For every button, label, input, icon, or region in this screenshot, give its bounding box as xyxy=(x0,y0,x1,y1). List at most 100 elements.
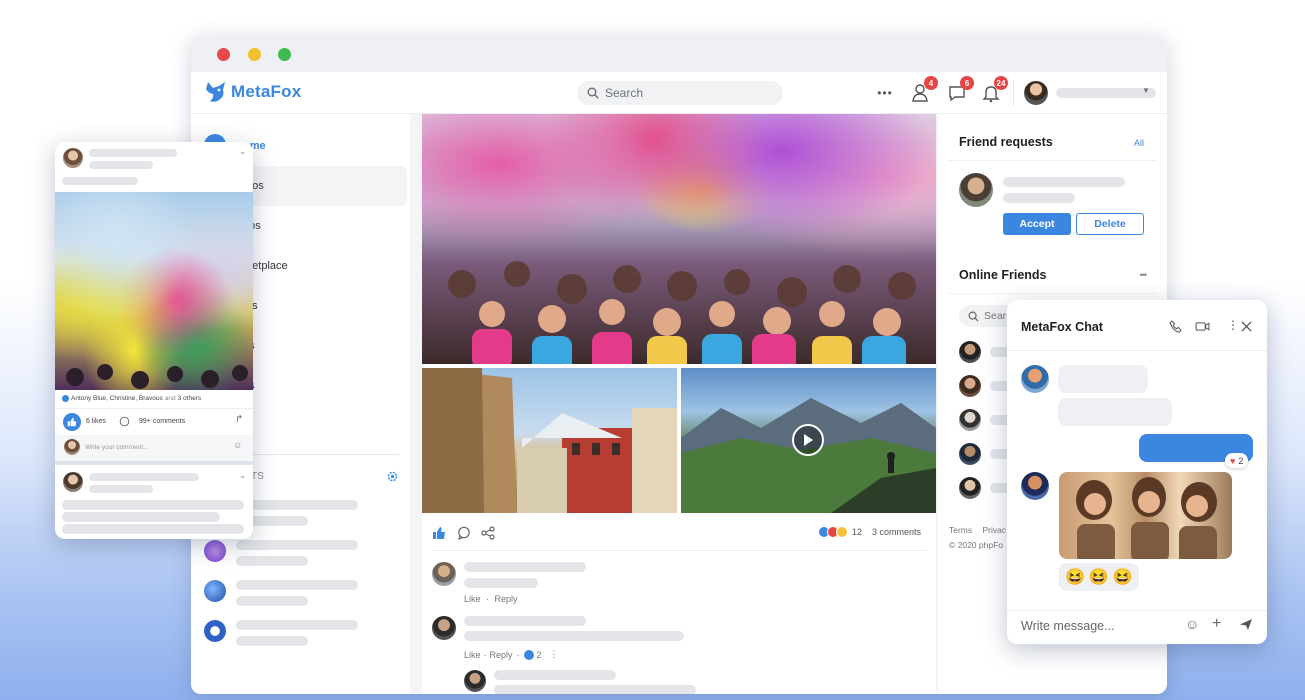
chat-popup: MetaFox Chat ⋮ ♥ 2 😆 😆 😆 Write message..… xyxy=(1007,300,1267,644)
accept-button[interactable]: Accept xyxy=(1003,213,1071,235)
message-input[interactable]: Write message... xyxy=(1021,619,1115,633)
liked-by-summary[interactable]: Antony Blue, Christine, Bravous and 3 ot… xyxy=(62,395,201,402)
post-video[interactable] xyxy=(681,368,936,513)
friends-illustration xyxy=(1076,477,1217,559)
commenter-avatar[interactable] xyxy=(432,616,456,640)
comment-like-count: 2 xyxy=(536,649,542,660)
chat-divider xyxy=(1007,610,1267,611)
chat-contact-avatar[interactable] xyxy=(1021,472,1049,500)
author-name-placeholder xyxy=(89,149,177,157)
search-icon xyxy=(587,87,599,99)
post-text-placeholder xyxy=(62,524,244,534)
post-text-placeholder xyxy=(62,177,138,185)
shortcut-avatar[interactable] xyxy=(204,620,226,642)
shortcut-avatar[interactable] xyxy=(204,580,226,602)
incoming-message-bubble xyxy=(1058,365,1148,393)
comment-icon[interactable] xyxy=(119,416,130,427)
see-all-link[interactable]: All xyxy=(1134,138,1144,148)
post-photo-street[interactable] xyxy=(422,368,677,513)
gear-icon[interactable] xyxy=(386,470,399,483)
message-reaction[interactable]: ♥ 2 xyxy=(1225,453,1249,468)
emoji-icon[interactable]: ☺ xyxy=(233,440,242,450)
brand-logo[interactable]: MetaFox xyxy=(205,80,301,104)
reply-avatar[interactable] xyxy=(464,670,486,692)
shortcut-placeholder xyxy=(236,620,358,630)
post-text-placeholder xyxy=(62,512,220,522)
friends-search-placeholder: Sear xyxy=(984,310,1007,322)
reaction-icons[interactable] xyxy=(818,526,848,538)
comment-text-placeholder xyxy=(464,631,684,641)
liked-by-and: and xyxy=(164,395,176,402)
terms-link[interactable]: Terms xyxy=(949,525,972,535)
comment-input-placeholder[interactable]: Write your comment... xyxy=(85,444,148,451)
search-bar[interactable]: Search xyxy=(577,81,783,105)
post-action-bar: 12 3 comments xyxy=(422,516,936,548)
more-options-icon[interactable]: ⋮ xyxy=(550,649,559,660)
privacy-link[interactable]: Privac xyxy=(983,525,1007,535)
shortcut-placeholder xyxy=(236,556,308,566)
share-icon[interactable] xyxy=(481,526,495,540)
more-options-icon[interactable]: ••• xyxy=(1140,270,1148,280)
separator-dot: · xyxy=(516,649,520,660)
messages-button[interactable]: 6 xyxy=(944,76,974,106)
chat-photo-message[interactable] xyxy=(1059,472,1232,559)
post-separator xyxy=(55,461,253,465)
shortcut-placeholder xyxy=(236,596,308,606)
author-avatar[interactable] xyxy=(63,472,83,492)
card-divider xyxy=(948,293,1156,294)
online-friend-avatar[interactable] xyxy=(959,375,981,397)
chevron-down-icon[interactable]: ⌄ xyxy=(239,471,246,480)
requester-avatar[interactable] xyxy=(959,173,993,207)
author-avatar[interactable] xyxy=(63,148,83,168)
laughing-emoji: 😆 xyxy=(1088,569,1109,586)
reply-link[interactable]: Reply xyxy=(490,650,513,660)
emoji-message: 😆 😆 😆 xyxy=(1059,563,1139,591)
chat-contact-avatar[interactable] xyxy=(1021,365,1049,393)
online-friend-avatar[interactable] xyxy=(959,409,981,431)
feed-post: 12 3 comments Like · Reply Like · Reply … xyxy=(422,114,936,694)
like-button[interactable] xyxy=(63,413,81,431)
mobile-post-photo[interactable] xyxy=(55,192,253,390)
reply-author-placeholder xyxy=(494,670,616,680)
share-icon[interactable]: ↱ xyxy=(235,414,243,425)
play-button[interactable] xyxy=(792,424,824,456)
commenter-avatar[interactable] xyxy=(432,562,456,586)
online-friend-avatar[interactable] xyxy=(959,443,981,465)
minimize-window-button[interactable] xyxy=(248,48,261,61)
plus-icon[interactable]: + xyxy=(1212,615,1221,633)
comments-count[interactable]: 3 comments xyxy=(872,527,921,537)
like-link[interactable]: Like xyxy=(464,594,481,604)
more-options-icon[interactable]: ⋮ xyxy=(1227,318,1239,332)
user-avatar[interactable] xyxy=(1024,81,1048,105)
shortcut-avatar[interactable] xyxy=(204,540,226,562)
online-friends-title: Online Friends xyxy=(959,268,1047,282)
video-call-icon[interactable] xyxy=(1195,321,1210,332)
close-window-button[interactable] xyxy=(217,48,230,61)
separator-dot: · xyxy=(483,649,487,660)
friend-requests-button[interactable]: 4 xyxy=(908,76,938,106)
delete-button[interactable]: Delete xyxy=(1076,213,1144,235)
phone-icon[interactable] xyxy=(1169,320,1182,333)
comments-count[interactable]: 99+ comments xyxy=(139,418,185,425)
close-icon[interactable] xyxy=(1241,321,1252,332)
shortcut-placeholder xyxy=(236,500,358,510)
send-icon[interactable] xyxy=(1239,618,1253,631)
liked-by-names: Antony Blue, Christine, Bravous xyxy=(71,395,163,402)
like-link[interactable]: Like xyxy=(464,650,481,660)
comment-icon[interactable] xyxy=(457,526,471,540)
haha-reaction-icon xyxy=(836,526,848,538)
notifications-button[interactable]: 24 xyxy=(978,76,1008,106)
like-icon[interactable] xyxy=(432,526,446,540)
like-reaction-icon xyxy=(523,649,534,660)
chevron-down-icon[interactable]: ⌄ xyxy=(239,147,246,156)
reply-link[interactable]: Reply xyxy=(495,594,518,604)
post-photo-main[interactable] xyxy=(422,114,936,364)
chevron-down-icon[interactable]: ▼ xyxy=(1142,86,1150,95)
emoji-icon[interactable]: ☺ xyxy=(1185,616,1199,632)
online-friend-avatar[interactable] xyxy=(959,341,981,363)
more-menu-icon[interactable]: ••• xyxy=(872,80,898,106)
heart-icon: ♥ xyxy=(1230,455,1236,466)
maximize-window-button[interactable] xyxy=(278,48,291,61)
online-friend-avatar[interactable] xyxy=(959,477,981,499)
card-divider xyxy=(948,160,1156,161)
